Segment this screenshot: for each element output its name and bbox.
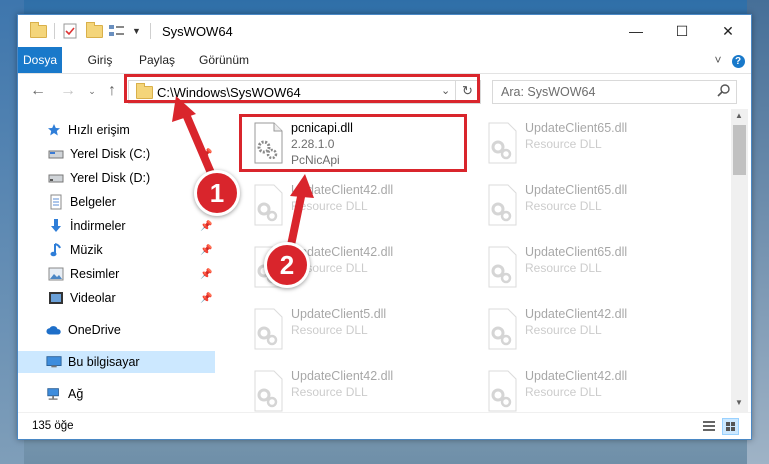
step-badge-2: 2 bbox=[264, 242, 310, 288]
arrow-head-2 bbox=[290, 174, 314, 198]
arrow-line-2 bbox=[286, 188, 306, 254]
arrow-line-1 bbox=[181, 108, 218, 184]
step-badge-1: 1 bbox=[194, 170, 240, 216]
annotation-arrows bbox=[172, 96, 314, 254]
